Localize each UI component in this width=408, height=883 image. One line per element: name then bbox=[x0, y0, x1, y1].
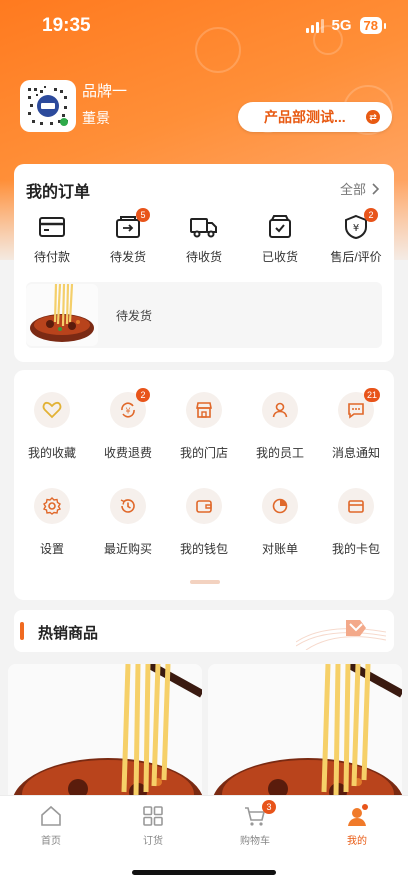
order-label: 待付款 bbox=[33, 250, 70, 264]
brand-name: 品牌一 bbox=[82, 83, 128, 100]
network-label: 5G bbox=[331, 17, 352, 34]
service-statements[interactable]: 对账单 bbox=[242, 488, 318, 584]
wallet-icon bbox=[196, 500, 212, 513]
order-badge: 5 bbox=[136, 208, 150, 222]
yen-refresh-icon: ¥ bbox=[121, 402, 135, 418]
service-label: 我的钱包 bbox=[179, 542, 228, 556]
message-icon bbox=[348, 403, 364, 419]
wallet-card-icon bbox=[39, 217, 65, 237]
home-indicator bbox=[132, 870, 276, 875]
tag-decoration-icon bbox=[296, 620, 386, 650]
page-indicator[interactable] bbox=[190, 580, 220, 584]
service-recent-purchases[interactable]: 最近购买 bbox=[90, 488, 166, 584]
service-notifications[interactable]: 21 消息通知 bbox=[318, 388, 394, 488]
order-received[interactable]: 已收货 bbox=[242, 214, 318, 265]
gear-icon bbox=[42, 497, 62, 515]
service-label: 对账单 bbox=[261, 542, 298, 556]
home-icon bbox=[41, 805, 61, 826]
pending-order-status: 待发货 bbox=[116, 309, 153, 323]
order-label: 待收货 bbox=[185, 250, 222, 264]
orders-all-label: 全部 bbox=[339, 182, 366, 197]
battery-icon: 78 bbox=[359, 17, 387, 34]
box-check-icon bbox=[269, 215, 291, 238]
service-label: 我的卡包 bbox=[331, 542, 380, 556]
product-card[interactable] bbox=[8, 664, 202, 814]
department-switch-button[interactable]: 产品部测试... ⇄ bbox=[238, 102, 392, 132]
department-label: 产品部测试... bbox=[264, 109, 346, 125]
qr-avatar[interactable] bbox=[20, 80, 76, 132]
service-settings[interactable]: 设置 bbox=[14, 488, 90, 584]
order-label: 已收货 bbox=[261, 250, 298, 264]
order-pending-payment[interactable]: 待付款 bbox=[14, 214, 90, 265]
orders-all-link[interactable]: 全部 bbox=[340, 179, 380, 198]
service-my-staff[interactable]: 我的员工 bbox=[242, 392, 318, 488]
store-icon bbox=[196, 402, 212, 418]
profile-icon bbox=[348, 804, 368, 826]
hot-products-header: 热销商品 bbox=[14, 610, 394, 652]
cart-badge: 3 bbox=[262, 800, 276, 814]
service-wallet[interactable]: 我的钱包 bbox=[166, 488, 242, 584]
svg-text:¥: ¥ bbox=[353, 223, 359, 234]
product-thumbnail bbox=[26, 284, 98, 346]
service-label: 设置 bbox=[39, 542, 64, 556]
service-my-store[interactable]: 我的门店 bbox=[166, 392, 242, 488]
pending-order-preview[interactable]: 待发货 bbox=[26, 282, 382, 348]
tab-home[interactable]: 首页 bbox=[16, 804, 86, 847]
signal-icon bbox=[305, 18, 324, 33]
order-label: 待发货 bbox=[109, 250, 146, 264]
truck-icon bbox=[190, 218, 217, 238]
svg-text:¥: ¥ bbox=[125, 407, 130, 416]
tab-label: 首页 bbox=[41, 836, 61, 847]
product-card[interactable] bbox=[208, 664, 402, 814]
hot-products-title: 热销商品 bbox=[38, 625, 99, 642]
status-time: 19:35 bbox=[42, 15, 91, 36]
tab-order-goods[interactable]: 订货 bbox=[118, 804, 188, 847]
services-card: 我的收藏 ¥ 2 收费退费 我的门店 我的员工 21 消息通知 设置 最近购买 bbox=[14, 370, 394, 600]
order-badge: 2 bbox=[364, 208, 378, 222]
service-label: 收费退费 bbox=[103, 446, 152, 460]
qr-code-icon bbox=[24, 84, 72, 128]
tab-mine[interactable]: 我的 bbox=[322, 804, 392, 847]
grid-icon bbox=[143, 806, 163, 826]
status-bar: 19:35 5G 78 bbox=[0, 0, 408, 50]
card-icon bbox=[348, 500, 364, 513]
service-label: 我的门店 bbox=[179, 446, 228, 460]
history-icon bbox=[120, 499, 135, 513]
heart-icon bbox=[42, 401, 62, 419]
service-label: 消息通知 bbox=[331, 446, 380, 460]
orders-title: 我的订单 bbox=[26, 184, 91, 201]
person-icon bbox=[272, 402, 288, 418]
service-label: 最近购买 bbox=[103, 542, 152, 556]
tab-cart[interactable]: 3 购物车 bbox=[220, 800, 290, 847]
tab-label: 我的 bbox=[347, 836, 367, 847]
service-label: 我的员工 bbox=[255, 446, 304, 460]
tab-label: 购物车 bbox=[240, 836, 270, 847]
service-favorites[interactable]: 我的收藏 bbox=[14, 392, 90, 488]
order-after-sales[interactable]: ¥ 2 售后/评价 bbox=[318, 208, 394, 265]
service-badge: 2 bbox=[136, 388, 150, 402]
swap-icon: ⇄ bbox=[366, 110, 380, 124]
orders-card: 我的订单 全部 待付款 5 待发货 待收货 已收货 ¥ 2 售后/评价 待发货 bbox=[14, 164, 394, 362]
order-pending-shipment[interactable]: 5 待发货 bbox=[90, 208, 166, 265]
product-image bbox=[8, 664, 202, 814]
product-image bbox=[208, 664, 402, 814]
chevron-right-icon bbox=[372, 182, 380, 195]
service-badge: 21 bbox=[364, 388, 381, 402]
user-name: 董景 bbox=[82, 110, 110, 126]
tab-label: 订货 bbox=[143, 836, 163, 847]
pie-chart-icon bbox=[272, 498, 288, 514]
order-label: 售后/评价 bbox=[330, 250, 382, 264]
service-label: 我的收藏 bbox=[27, 446, 76, 460]
service-card-pack[interactable]: 我的卡包 bbox=[318, 488, 394, 584]
order-pending-receipt[interactable]: 待收货 bbox=[166, 214, 242, 265]
service-charges-refunds[interactable]: ¥ 2 收费退费 bbox=[90, 388, 166, 488]
